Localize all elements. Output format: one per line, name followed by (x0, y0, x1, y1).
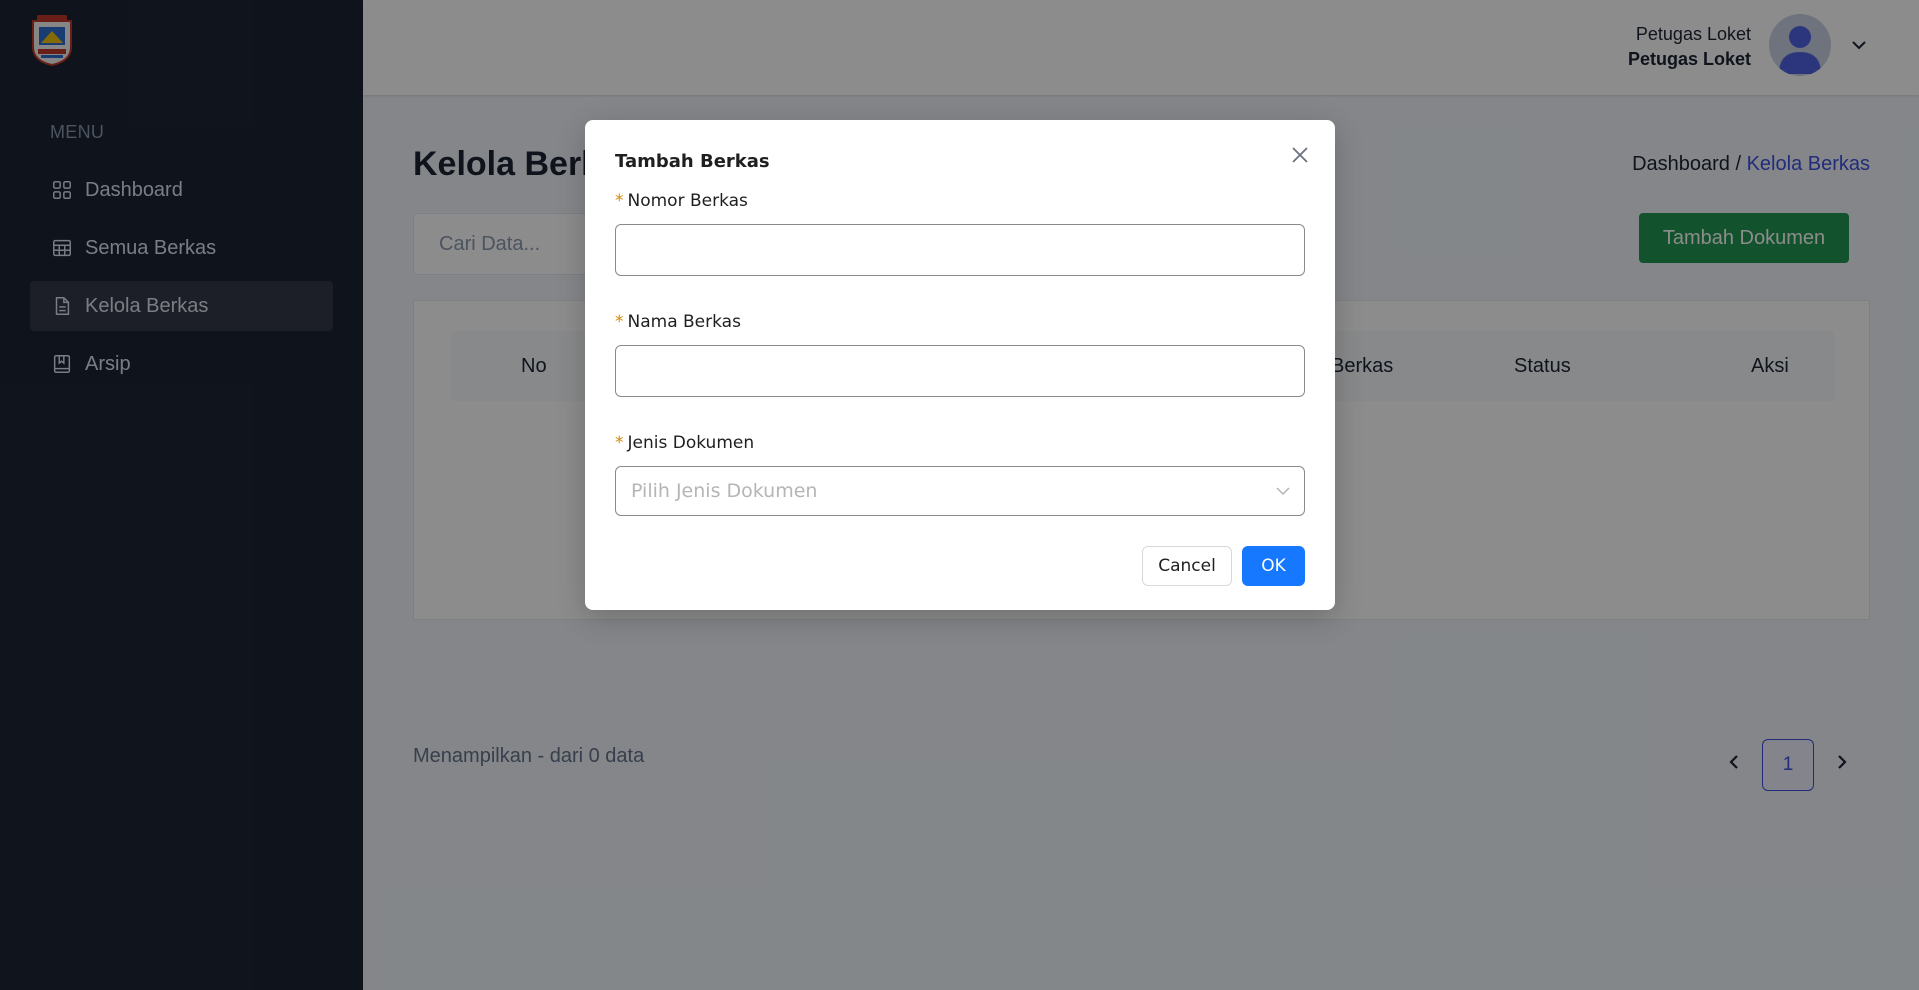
add-file-modal: Tambah Berkas * Nomor Berkas * Nama Berkas… (585, 120, 1335, 610)
nomor-berkas-label: * Nomor Berkas (615, 191, 748, 211)
required-mark: * (615, 191, 624, 211)
jenis-dokumen-select[interactable]: Pilih Jenis Dokumen (615, 466, 1305, 516)
ok-button[interactable]: OK (1242, 546, 1305, 586)
nomor-berkas-input[interactable] (615, 224, 1305, 276)
required-mark: * (615, 312, 624, 332)
close-icon[interactable] (1287, 142, 1313, 168)
nama-berkas-input[interactable] (615, 345, 1305, 397)
cancel-button[interactable]: Cancel (1142, 546, 1232, 586)
select-placeholder: Pilih Jenis Dokumen (631, 480, 818, 502)
jenis-dokumen-label: * Jenis Dokumen (615, 433, 755, 453)
chevron-down-icon (1274, 482, 1292, 500)
nama-berkas-label: * Nama Berkas (615, 312, 741, 332)
required-mark: * (615, 433, 624, 453)
modal-title: Tambah Berkas (615, 151, 770, 172)
